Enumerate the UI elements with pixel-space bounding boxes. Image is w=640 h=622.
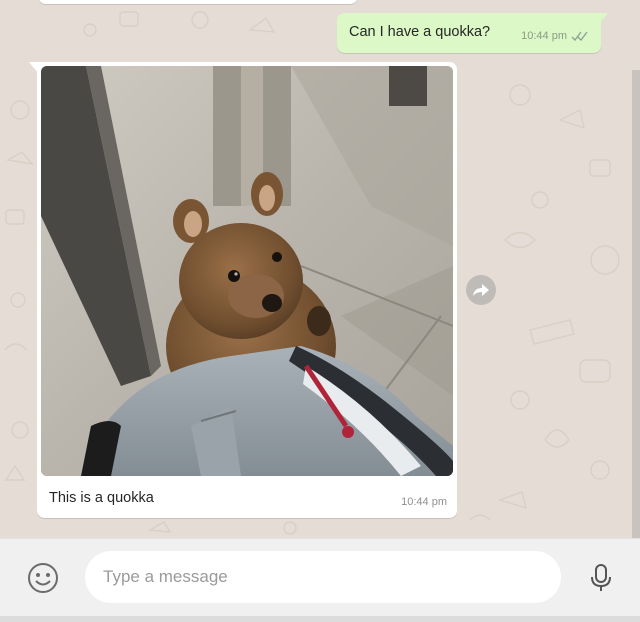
incoming-image-message[interactable]: This is a quokka 10:44 pm — [37, 62, 457, 518]
smiley-icon — [28, 563, 58, 593]
quokka-image — [41, 66, 453, 476]
image-caption: This is a quokka — [49, 490, 154, 506]
quokka-photo[interactable] — [41, 66, 453, 476]
message-meta: 10:44 pm — [521, 30, 589, 42]
message-time: 10:44 pm — [521, 30, 567, 42]
outgoing-message[interactable]: Can I have a quokka? 10:44 pm — [337, 13, 601, 53]
emoji-button[interactable] — [27, 562, 59, 594]
microphone-icon — [591, 564, 611, 591]
forward-arrow-icon — [473, 284, 489, 296]
window-bottom-edge — [0, 616, 640, 622]
scrollbar[interactable] — [632, 70, 640, 538]
microphone-button[interactable] — [588, 562, 614, 594]
message-input[interactable] — [85, 551, 561, 603]
forward-button[interactable] — [466, 275, 496, 305]
message-time: 10:44 pm — [401, 496, 447, 508]
double-check-icon — [571, 31, 588, 42]
message-composer — [0, 538, 640, 617]
chat-window: Can I have a quokka? 10:44 pm This is a … — [0, 0, 640, 622]
previous-message-bubble — [38, 0, 358, 4]
message-text: Can I have a quokka? — [349, 24, 491, 40]
